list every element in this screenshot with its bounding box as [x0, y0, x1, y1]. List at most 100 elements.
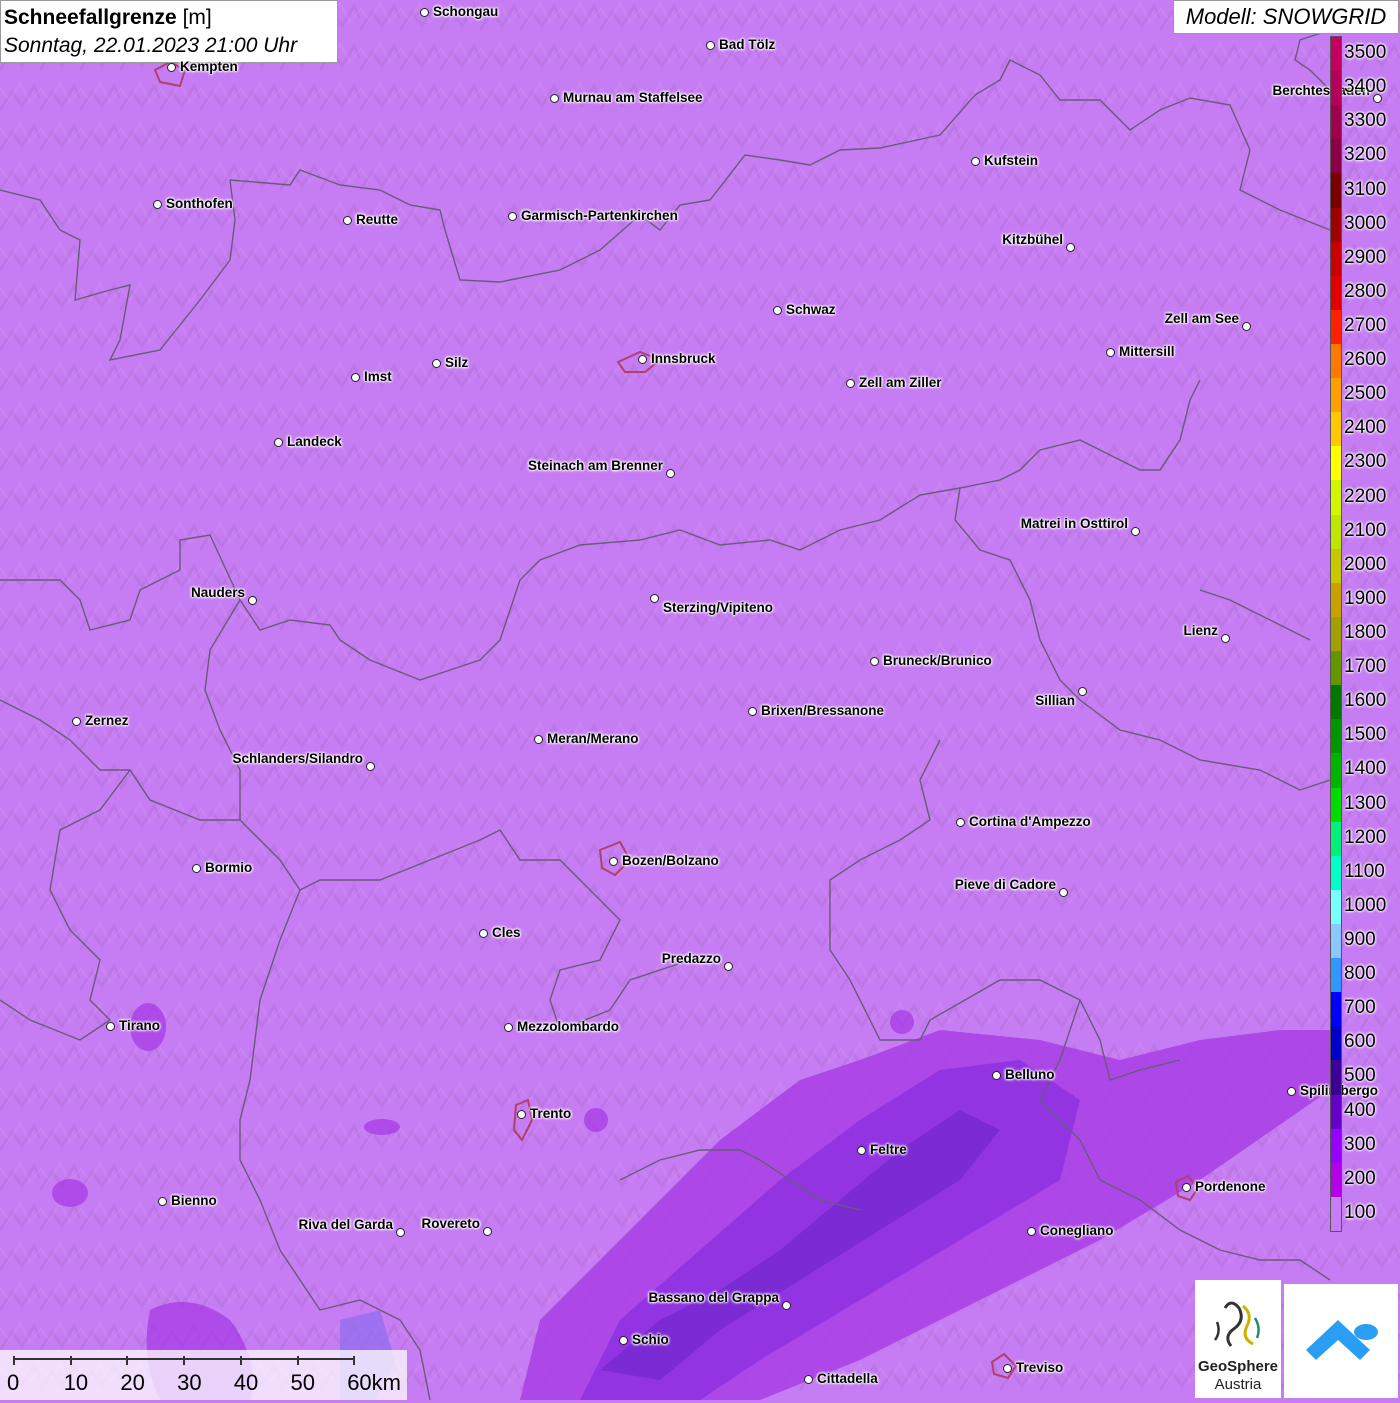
- city-label[interactable]: Landeck: [287, 434, 342, 449]
- city-marker-dot[interactable]: [167, 63, 176, 72]
- city-label[interactable]: Imst: [364, 369, 392, 384]
- city-label[interactable]: Pieve di Cadore: [955, 877, 1056, 892]
- city-label[interactable]: Bad Tölz: [719, 37, 775, 52]
- city-label[interactable]: Kempten: [180, 59, 238, 74]
- city-label[interactable]: Brixen/Bressanone: [761, 703, 884, 718]
- city-marker-dot[interactable]: [1287, 1087, 1296, 1096]
- city-label[interactable]: Bozen/Bolzano: [622, 853, 719, 868]
- city-marker-dot[interactable]: [274, 438, 283, 447]
- city-marker-dot[interactable]: [870, 657, 879, 666]
- city-marker-dot[interactable]: [508, 212, 517, 221]
- legend-swatch: [1331, 37, 1341, 72]
- city-marker-dot[interactable]: [479, 929, 488, 938]
- city-marker-dot[interactable]: [956, 818, 965, 827]
- city-marker-dot[interactable]: [773, 306, 782, 315]
- city-label[interactable]: Predazzo: [662, 951, 721, 966]
- city-marker-dot[interactable]: [748, 707, 757, 716]
- city-marker-dot[interactable]: [804, 1375, 813, 1384]
- city-marker-dot[interactable]: [609, 857, 618, 866]
- city-marker-dot[interactable]: [619, 1336, 628, 1345]
- city-marker-dot[interactable]: [846, 379, 855, 388]
- city-label[interactable]: Schlanders/Silandro: [232, 751, 363, 766]
- city-label[interactable]: Nauders: [191, 585, 245, 600]
- city-marker-dot[interactable]: [483, 1227, 492, 1236]
- city-marker-dot[interactable]: [1182, 1183, 1191, 1192]
- city-label[interactable]: Schio: [632, 1332, 669, 1347]
- city-label[interactable]: Cles: [492, 925, 521, 940]
- city-marker-dot[interactable]: [366, 762, 375, 771]
- city-marker-dot[interactable]: [192, 864, 201, 873]
- city-label[interactable]: Lienz: [1183, 623, 1218, 638]
- city-marker-dot[interactable]: [1027, 1227, 1036, 1236]
- city-marker-dot[interactable]: [1106, 348, 1115, 357]
- city-marker-dot[interactable]: [1221, 634, 1230, 643]
- city-label[interactable]: Bruneck/Brunico: [883, 653, 992, 668]
- city-marker-dot[interactable]: [534, 735, 543, 744]
- city-marker-dot[interactable]: [782, 1301, 791, 1310]
- city-label[interactable]: Kufstein: [984, 153, 1038, 168]
- city-label[interactable]: Mezzolombardo: [517, 1019, 619, 1034]
- city-label[interactable]: Silz: [445, 355, 468, 370]
- city-label[interactable]: Bienno: [171, 1193, 217, 1208]
- city-label[interactable]: Cittadella: [817, 1371, 878, 1386]
- city-marker-dot[interactable]: [666, 469, 675, 478]
- city-marker-dot[interactable]: [1059, 888, 1068, 897]
- city-marker-dot[interactable]: [432, 359, 441, 368]
- city-label[interactable]: Mittersill: [1119, 344, 1175, 359]
- city-label[interactable]: Sonthofen: [166, 196, 233, 211]
- city-marker-dot[interactable]: [396, 1228, 405, 1237]
- city-marker-dot[interactable]: [1242, 322, 1251, 331]
- city-label[interactable]: Riva del Garda: [298, 1217, 393, 1232]
- city-marker-dot[interactable]: [351, 373, 360, 382]
- city-marker-dot[interactable]: [517, 1110, 526, 1119]
- city-label[interactable]: Sterzing/Vipiteno: [663, 600, 773, 615]
- city-label[interactable]: Conegliano: [1040, 1223, 1114, 1238]
- city-label[interactable]: Innsbruck: [651, 351, 716, 366]
- city-label[interactable]: Bassano del Grappa: [648, 1290, 779, 1305]
- city-marker-dot[interactable]: [72, 717, 81, 726]
- city-marker-dot[interactable]: [1131, 527, 1140, 536]
- city-marker-dot[interactable]: [106, 1022, 115, 1031]
- city-label[interactable]: Bormio: [205, 860, 252, 875]
- city-label[interactable]: Treviso: [1016, 1360, 1063, 1375]
- city-label[interactable]: Schwaz: [786, 302, 836, 317]
- snowgrid-logo[interactable]: [1284, 1284, 1398, 1398]
- city-marker-dot[interactable]: [248, 596, 257, 605]
- city-marker-dot[interactable]: [550, 94, 559, 103]
- city-marker-dot[interactable]: [158, 1197, 167, 1206]
- city-label[interactable]: Trento: [530, 1106, 571, 1121]
- geosphere-logo[interactable]: GeoSphere Austria: [1195, 1280, 1281, 1398]
- city-marker-dot[interactable]: [1066, 243, 1075, 252]
- city-marker-dot[interactable]: [857, 1146, 866, 1155]
- city-label[interactable]: Zernez: [85, 713, 129, 728]
- city-marker-dot[interactable]: [1003, 1364, 1012, 1373]
- city-marker-dot[interactable]: [343, 216, 352, 225]
- city-marker-dot[interactable]: [1078, 687, 1087, 696]
- city-label[interactable]: Steinach am Brenner: [528, 458, 663, 473]
- city-label[interactable]: Feltre: [870, 1142, 907, 1157]
- city-label[interactable]: Cortina d'Ampezzo: [969, 814, 1091, 829]
- city-label[interactable]: Belluno: [1005, 1067, 1055, 1082]
- city-label[interactable]: Tirano: [119, 1018, 160, 1033]
- city-marker-dot[interactable]: [153, 200, 162, 209]
- city-label[interactable]: Meran/Merano: [547, 731, 639, 746]
- city-label[interactable]: Murnau am Staffelsee: [563, 90, 703, 105]
- city-label[interactable]: Sillian: [1035, 693, 1075, 708]
- city-label[interactable]: Garmisch-Partenkirchen: [521, 208, 678, 223]
- city-label[interactable]: Reutte: [356, 212, 398, 227]
- city-marker-dot[interactable]: [706, 41, 715, 50]
- city-label[interactable]: Kitzbühel: [1002, 232, 1063, 247]
- city-label[interactable]: Zell am See: [1165, 311, 1239, 326]
- city-label[interactable]: Schongau: [433, 4, 498, 19]
- city-marker-dot[interactable]: [724, 962, 733, 971]
- city-label[interactable]: Rovereto: [421, 1216, 480, 1231]
- city-marker-dot[interactable]: [638, 355, 647, 364]
- city-label[interactable]: Zell am Ziller: [859, 375, 942, 390]
- city-marker-dot[interactable]: [504, 1023, 513, 1032]
- city-label[interactable]: Pordenone: [1195, 1179, 1266, 1194]
- city-marker-dot[interactable]: [971, 157, 980, 166]
- city-label[interactable]: Matrei in Osttirol: [1021, 516, 1128, 531]
- city-marker-dot[interactable]: [992, 1071, 1001, 1080]
- city-marker-dot[interactable]: [650, 594, 659, 603]
- city-marker-dot[interactable]: [420, 8, 429, 17]
